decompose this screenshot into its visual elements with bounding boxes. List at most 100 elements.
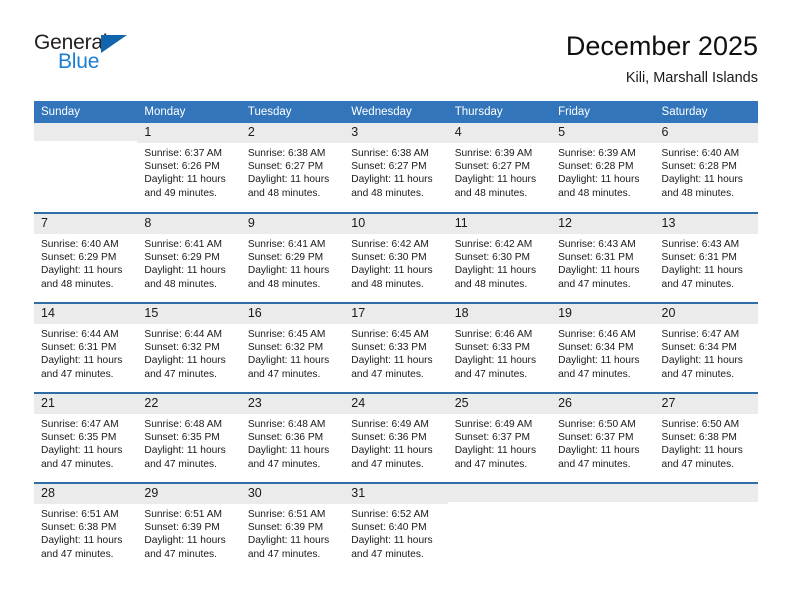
daylight-text: Daylight: 11 hours and 47 minutes.	[41, 355, 123, 380]
day-number	[654, 484, 758, 502]
calendar-day-cell[interactable]: 29 Sunrise: 6:51 AM Sunset: 6:39 PM Dayligh…	[137, 482, 241, 573]
daylight-text: Daylight: 11 hours and 47 minutes.	[351, 445, 433, 470]
sunset-text: Sunset: 6:29 PM	[144, 252, 220, 264]
weekday-header-monday: Monday	[137, 101, 241, 123]
calendar-day-cell[interactable]: 24 Sunrise: 6:49 AM Sunset: 6:36 PM Dayligh…	[344, 392, 448, 483]
sunset-text: Sunset: 6:35 PM	[144, 432, 220, 444]
sunset-text: Sunset: 6:31 PM	[41, 342, 117, 354]
calendar-day-cell[interactable]: 26 Sunrise: 6:50 AM Sunset: 6:37 PM Dayligh…	[551, 392, 655, 483]
weekday-header-tuesday: Tuesday	[240, 101, 345, 123]
day-sun-info: Sunrise: 6:44 AM Sunset: 6:32 PM Daylight:…	[137, 324, 240, 381]
calendar-day-cell[interactable]	[551, 482, 655, 573]
day-sun-info: Sunrise: 6:43 AM Sunset: 6:31 PM Daylight:…	[655, 234, 758, 291]
sunset-text: Sunset: 6:38 PM	[661, 432, 737, 444]
calendar-day-cell[interactable]: 14 Sunrise: 6:44 AM Sunset: 6:31 PM Dayligh…	[34, 302, 138, 393]
calendar-day-cell[interactable]: 7 Sunrise: 6:40 AM Sunset: 6:29 PM Daylight…	[34, 212, 138, 303]
day-sun-info: Sunrise: 6:40 AM Sunset: 6:28 PM Daylight:…	[655, 143, 758, 200]
day-number: 4	[447, 123, 552, 143]
sunset-text: Sunset: 6:29 PM	[41, 252, 117, 264]
calendar-week-row: 1 Sunrise: 6:37 AM Sunset: 6:26 PM Daylight…	[34, 123, 758, 213]
daylight-text: Daylight: 11 hours and 47 minutes.	[558, 265, 640, 290]
day-number: 12	[551, 214, 655, 234]
sunset-text: Sunset: 6:39 PM	[247, 522, 324, 534]
calendar-day-cell[interactable]: 17 Sunrise: 6:45 AM Sunset: 6:33 PM Dayligh…	[344, 302, 448, 393]
sunrise-text: Sunrise: 6:43 AM	[661, 239, 740, 250]
calendar-day-cell[interactable]: 10 Sunrise: 6:42 AM Sunset: 6:30 PM Dayligh…	[344, 212, 448, 303]
day-sun-info: Sunrise: 6:49 AM Sunset: 6:37 PM Daylight:…	[448, 414, 551, 471]
sunrise-text: Sunrise: 6:50 AM	[558, 419, 636, 430]
calendar-day-cell[interactable]: 15 Sunrise: 6:44 AM Sunset: 6:32 PM Dayligh…	[137, 302, 241, 393]
calendar-day-cell[interactable]: 9 Sunrise: 6:41 AM Sunset: 6:29 PM Daylight…	[240, 212, 345, 303]
sunrise-text: Sunrise: 6:42 AM	[351, 239, 429, 250]
calendar-day-cell[interactable]: 1 Sunrise: 6:37 AM Sunset: 6:26 PM Daylight…	[137, 123, 241, 213]
title-block: December 2025 Kili, Marshall Islands	[566, 28, 758, 89]
sunrise-text: Sunrise: 6:42 AM	[454, 239, 533, 250]
calendar-day-cell[interactable]: 19 Sunrise: 6:46 AM Sunset: 6:34 PM Dayligh…	[551, 302, 655, 393]
day-number: 19	[551, 304, 655, 324]
calendar-day-cell[interactable]: 12 Sunrise: 6:43 AM Sunset: 6:31 PM Dayligh…	[551, 212, 655, 303]
calendar-day-cell[interactable]: 27 Sunrise: 6:50 AM Sunset: 6:38 PM Dayligh…	[654, 392, 758, 483]
day-number: 21	[34, 394, 138, 414]
day-sun-info: Sunrise: 6:45 AM Sunset: 6:33 PM Daylight:…	[344, 324, 447, 381]
sunset-text: Sunset: 6:33 PM	[454, 342, 531, 354]
sunset-text: Sunset: 6:36 PM	[247, 432, 324, 444]
calendar-day-cell[interactable]: 20 Sunrise: 6:47 AM Sunset: 6:34 PM Dayligh…	[654, 302, 758, 393]
calendar-day-cell[interactable]: 4 Sunrise: 6:39 AM Sunset: 6:27 PM Daylight…	[447, 123, 552, 213]
daylight-text: Daylight: 11 hours and 47 minutes.	[454, 355, 537, 380]
day-number: 9	[240, 214, 345, 234]
sunrise-text: Sunrise: 6:38 AM	[351, 148, 429, 159]
sunrise-text: Sunrise: 6:48 AM	[144, 419, 223, 430]
sunrise-text: Sunrise: 6:51 AM	[144, 509, 223, 520]
calendar-day-cell[interactable]: 11 Sunrise: 6:42 AM Sunset: 6:30 PM Dayligh…	[447, 212, 552, 303]
brand-name-bottom: Blue	[58, 50, 100, 73]
sunrise-text: Sunrise: 6:41 AM	[247, 239, 326, 250]
day-number: 11	[447, 214, 552, 234]
calendar-day-cell[interactable]: 5 Sunrise: 6:39 AM Sunset: 6:28 PM Daylight…	[551, 123, 655, 213]
daylight-text: Daylight: 11 hours and 47 minutes.	[41, 535, 123, 560]
day-number: 26	[551, 394, 655, 414]
day-sun-info: Sunrise: 6:47 AM Sunset: 6:35 PM Daylight:…	[34, 414, 137, 471]
day-number: 27	[654, 394, 758, 414]
sunrise-text: Sunrise: 6:47 AM	[41, 419, 119, 430]
day-sun-info: Sunrise: 6:50 AM Sunset: 6:37 PM Daylight:…	[551, 414, 654, 471]
sunrise-text: Sunrise: 6:39 AM	[454, 148, 533, 159]
calendar-day-cell[interactable]: 3 Sunrise: 6:38 AM Sunset: 6:27 PM Daylight…	[344, 123, 448, 213]
calendar-day-cell[interactable]: 6 Sunrise: 6:40 AM Sunset: 6:28 PM Daylight…	[654, 123, 758, 213]
calendar-week-row: 28 Sunrise: 6:51 AM Sunset: 6:38 PM Dayligh…	[34, 482, 758, 573]
weekday-header-saturday: Saturday	[654, 101, 758, 123]
day-sun-info: Sunrise: 6:45 AM Sunset: 6:32 PM Daylight:…	[241, 324, 344, 381]
calendar-day-cell[interactable]: 18 Sunrise: 6:46 AM Sunset: 6:33 PM Dayligh…	[447, 302, 552, 393]
calendar-day-cell[interactable]	[654, 482, 758, 573]
calendar-header-row: Sunday Monday Tuesday Wednesday Thursday…	[34, 101, 758, 123]
day-sun-info: Sunrise: 6:46 AM Sunset: 6:34 PM Daylight:…	[551, 324, 654, 381]
calendar-day-cell[interactable]: 31 Sunrise: 6:52 AM Sunset: 6:40 PM Dayligh…	[344, 482, 448, 573]
calendar-day-cell[interactable]: 22 Sunrise: 6:48 AM Sunset: 6:35 PM Dayligh…	[137, 392, 241, 483]
day-number: 10	[344, 214, 448, 234]
day-number: 5	[551, 123, 655, 143]
daylight-text: Daylight: 11 hours and 49 minutes.	[144, 174, 226, 199]
day-number: 22	[137, 394, 241, 414]
calendar-day-cell[interactable]: 8 Sunrise: 6:41 AM Sunset: 6:29 PM Daylight…	[137, 212, 241, 303]
calendar-day-cell[interactable]	[34, 123, 138, 213]
sunrise-text: Sunrise: 6:51 AM	[247, 509, 326, 520]
day-number: 31	[344, 484, 448, 504]
day-sun-info: Sunrise: 6:52 AM Sunset: 6:40 PM Daylight:…	[344, 504, 447, 561]
calendar-day-cell[interactable]	[447, 482, 552, 573]
calendar-day-cell[interactable]: 16 Sunrise: 6:45 AM Sunset: 6:32 PM Dayligh…	[240, 302, 345, 393]
day-sun-info: Sunrise: 6:51 AM Sunset: 6:39 PM Daylight:…	[241, 504, 344, 561]
daylight-text: Daylight: 11 hours and 48 minutes.	[454, 265, 537, 290]
calendar-day-cell[interactable]: 25 Sunrise: 6:49 AM Sunset: 6:37 PM Dayligh…	[447, 392, 552, 483]
sunset-text: Sunset: 6:30 PM	[351, 252, 427, 264]
calendar-day-cell[interactable]: 21 Sunrise: 6:47 AM Sunset: 6:35 PM Dayligh…	[34, 392, 138, 483]
calendar-day-cell[interactable]: 28 Sunrise: 6:51 AM Sunset: 6:38 PM Dayligh…	[34, 482, 138, 573]
calendar-day-cell[interactable]: 2 Sunrise: 6:38 AM Sunset: 6:27 PM Daylight…	[240, 123, 345, 213]
sunset-text: Sunset: 6:27 PM	[454, 161, 531, 173]
calendar-day-cell[interactable]: 13 Sunrise: 6:43 AM Sunset: 6:31 PM Dayligh…	[654, 212, 758, 303]
weekday-header-wednesday: Wednesday	[344, 101, 448, 123]
day-sun-info: Sunrise: 6:43 AM Sunset: 6:31 PM Daylight:…	[551, 234, 654, 291]
calendar-day-cell[interactable]: 23 Sunrise: 6:48 AM Sunset: 6:36 PM Dayligh…	[240, 392, 345, 483]
sunset-text: Sunset: 6:30 PM	[454, 252, 531, 264]
calendar-table: Sunday Monday Tuesday Wednesday Thursday…	[34, 101, 758, 573]
calendar-day-cell[interactable]: 30 Sunrise: 6:51 AM Sunset: 6:39 PM Dayligh…	[240, 482, 345, 573]
daylight-text: Daylight: 11 hours and 47 minutes.	[41, 445, 123, 470]
